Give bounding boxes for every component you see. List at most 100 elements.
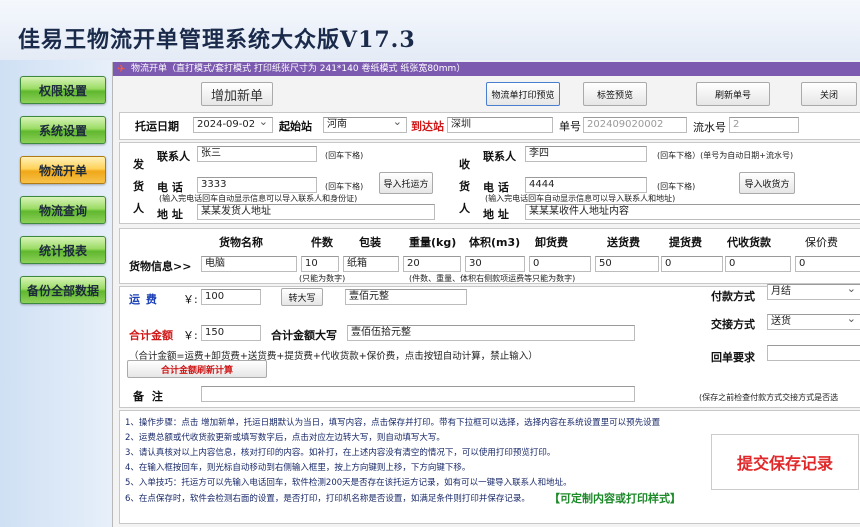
to-input[interactable]: 深圳 xyxy=(447,117,553,133)
instruction-3: 3、请认真核对以上内容信息，核对打印的内容。如补打，在上述内容没有清空的情况下，… xyxy=(125,448,556,458)
goods-name-input[interactable]: 电脑 xyxy=(201,256,297,272)
goods-note-numeric: (只能为数字) xyxy=(299,274,346,283)
serial-field[interactable]: 2 xyxy=(729,117,799,133)
goods-row-label: 货物信息>> xyxy=(129,260,192,273)
serial-label: 流水号 xyxy=(693,121,726,134)
goods-header-volume: 体积(m3) xyxy=(469,236,521,249)
instruction-6: 6、在点保存时，软件会检测右面的设置，是否打印，打印机名称是否设置，如满足条件则… xyxy=(125,494,530,504)
recalculate-total-button[interactable]: 合计金额刷新计算 xyxy=(127,360,267,378)
remark-input[interactable] xyxy=(201,386,635,402)
sidebar: 权限设置 系统设置 物流开单 物流查询 统计报表 备份全部数据 xyxy=(0,60,118,527)
app-window: 佳易王物流开单管理系统大众版V17.3 权限设置 系统设置 物流开单 物流查询 … xyxy=(0,0,860,527)
from-select[interactable]: 河南 xyxy=(323,117,407,133)
goods-header-unload-fee: 卸货费 xyxy=(535,236,568,249)
receiver-hint-2: (回车下格) xyxy=(657,182,696,191)
freight-yen-label: ￥: xyxy=(183,293,198,306)
import-receiver-button[interactable]: 导入收货方 xyxy=(739,172,795,194)
title-bar: 佳易王物流开单管理系统大众版V17.3 xyxy=(0,0,860,60)
sender-contact-label: 联系人 xyxy=(157,150,190,163)
add-new-button[interactable]: 增加新单 xyxy=(201,82,273,106)
payment-method-label: 付款方式 xyxy=(711,290,755,303)
panel-title: 物流开单（直打模式/套打模式 打印纸张尺寸为 241*140 卷纸模式 纸张宽8… xyxy=(131,64,466,74)
handover-method-select[interactable]: 送货 xyxy=(767,314,860,330)
instruction-5: 5、入单技巧：托运方可以先输入电话回车，软件检测200天是否存在该托运方记录，如… xyxy=(125,478,572,488)
date-label: 托运日期 xyxy=(135,120,179,133)
goods-volume-input[interactable]: 30 xyxy=(465,256,525,272)
submit-save-button[interactable]: 提交保存记录 xyxy=(711,434,859,490)
handover-method-label: 交接方式 xyxy=(711,318,755,331)
goods-cod-input[interactable]: 0 xyxy=(725,256,791,272)
custom-print-link[interactable]: 【可定制内容或打印样式】 xyxy=(549,490,681,506)
goods-header-cod: 代收货款 xyxy=(727,236,771,249)
goods-header-delivery-fee: 送货费 xyxy=(607,236,640,249)
close-button[interactable]: 关闭 xyxy=(801,82,857,106)
goods-package-input[interactable]: 纸箱 xyxy=(343,256,399,272)
sender-address-input[interactable]: 某某发货人地址 xyxy=(197,204,435,220)
goods-header-name: 货物名称 xyxy=(219,236,263,249)
from-label: 起始站 xyxy=(279,120,312,133)
sender-side-label-1: 发 xyxy=(133,158,144,171)
app-title: 佳易王物流开单管理系统大众版V17.3 xyxy=(18,27,416,53)
receiver-phone-input[interactable]: 4444 xyxy=(525,177,647,193)
sender-address-label: 地 址 xyxy=(157,208,183,221)
goods-note-fields: (件数、重量、体积右侧款项运费等只能为数字) xyxy=(409,274,576,283)
goods-weight-input[interactable]: 20 xyxy=(403,256,461,272)
goods-unload-fee-input[interactable]: 0 xyxy=(529,256,591,272)
goods-header-insurance: 保价费 xyxy=(805,236,838,249)
total-uppercase-field[interactable]: 壹佰伍拾元整 xyxy=(347,325,635,341)
receiver-side-label-2: 货 xyxy=(459,180,470,193)
truck-icon: ✈ xyxy=(117,64,126,75)
waybill-panel: ✈ 物流开单（直打模式/套打模式 打印纸张尺寸为 241*140 卷纸模式 纸张… xyxy=(112,62,860,527)
sender-hint-2: (回车下格) xyxy=(325,182,364,191)
total-uppercase-label: 合计金额大写 xyxy=(271,329,337,342)
order-label: 单号 xyxy=(559,120,581,133)
refresh-number-button[interactable]: 刷新单号 xyxy=(696,82,770,106)
freight-label: 运 费 xyxy=(129,293,158,306)
goods-insurance-input[interactable]: 0 xyxy=(795,256,860,272)
nav-waybill-button[interactable]: 物流开单 xyxy=(20,156,106,184)
nav-permission-button[interactable]: 权限设置 xyxy=(20,76,106,104)
goods-header-pickup-fee: 提货费 xyxy=(669,236,702,249)
receiver-hint-1: (回车下格）(单号为自动日期+流水号) xyxy=(657,151,794,160)
receiver-hint-3: (输入完电话回车自动显示信息可以导入联系人和地址) xyxy=(485,194,676,203)
total-amount-field[interactable]: 150 xyxy=(201,325,261,341)
goods-count-input[interactable]: 10 xyxy=(301,256,339,272)
instruction-1: 1、操作步骤：点击 增加新单，托运日期默认为当日，填写内容，点击保存并打印。带有… xyxy=(125,418,661,428)
payment-method-select[interactable]: 月结 xyxy=(767,284,860,300)
label-preview-button[interactable]: 标签预览 xyxy=(583,82,647,106)
nav-report-button[interactable]: 统计报表 xyxy=(20,236,106,264)
goods-header-package: 包装 xyxy=(359,236,381,249)
receipt-requirement-label: 回单要求 xyxy=(711,351,755,364)
panel-title-bar: ✈ 物流开单（直打模式/套打模式 打印纸张尺寸为 241*140 卷纸模式 纸张… xyxy=(113,62,860,76)
receipt-requirement-input[interactable] xyxy=(767,345,860,361)
receiver-address-label: 地 址 xyxy=(483,208,509,221)
receiver-side-label-3: 人 xyxy=(459,202,470,215)
save-check-note: (保存之前检查付款方式交接方式是否选 xyxy=(699,393,839,402)
sender-contact-input[interactable]: 张三 xyxy=(197,146,317,162)
date-picker[interactable]: 2024-09-02 xyxy=(193,117,273,133)
nav-query-button[interactable]: 物流查询 xyxy=(20,196,106,224)
freight-uppercase-field[interactable]: 壹佰元整 xyxy=(345,289,467,305)
receiver-contact-input[interactable]: 李四 xyxy=(525,146,647,162)
print-preview-button[interactable]: 物流单打印预览 xyxy=(486,82,560,106)
sender-hint-3: (输入完电话回车自动显示信息可以导入联系人和身份证) xyxy=(159,194,358,203)
instruction-2: 2、运费总额或代收货款更新或填写数字后，点击对应左边转大写，则自动填写大写。 xyxy=(125,433,445,443)
goods-header-count: 件数 xyxy=(311,236,333,249)
sender-side-label-2: 货 xyxy=(133,180,144,193)
receiver-address-input[interactable]: 某某某收件人地址内容 xyxy=(525,204,860,220)
import-sender-button[interactable]: 导入托运方 xyxy=(379,172,433,194)
convert-uppercase-button[interactable]: 转大写 xyxy=(281,288,323,306)
receiver-contact-label: 联系人 xyxy=(483,150,516,163)
goods-header-weight: 重量(kg) xyxy=(409,236,457,249)
total-label: 合计金额 xyxy=(129,329,173,342)
sender-phone-input[interactable]: 3333 xyxy=(197,177,317,193)
nav-settings-button[interactable]: 系统设置 xyxy=(20,116,106,144)
receiver-side-label-1: 收 xyxy=(459,158,470,171)
order-number-field[interactable]: 202409020002 xyxy=(583,117,687,133)
freight-input[interactable]: 100 xyxy=(201,289,261,305)
remark-label: 备 注 xyxy=(133,390,165,403)
nav-backup-button[interactable]: 备份全部数据 xyxy=(20,276,106,304)
goods-delivery-fee-input[interactable]: 50 xyxy=(595,256,659,272)
goods-pickup-fee-input[interactable]: 0 xyxy=(661,256,723,272)
sender-hint-1: (回车下格) xyxy=(325,151,364,160)
